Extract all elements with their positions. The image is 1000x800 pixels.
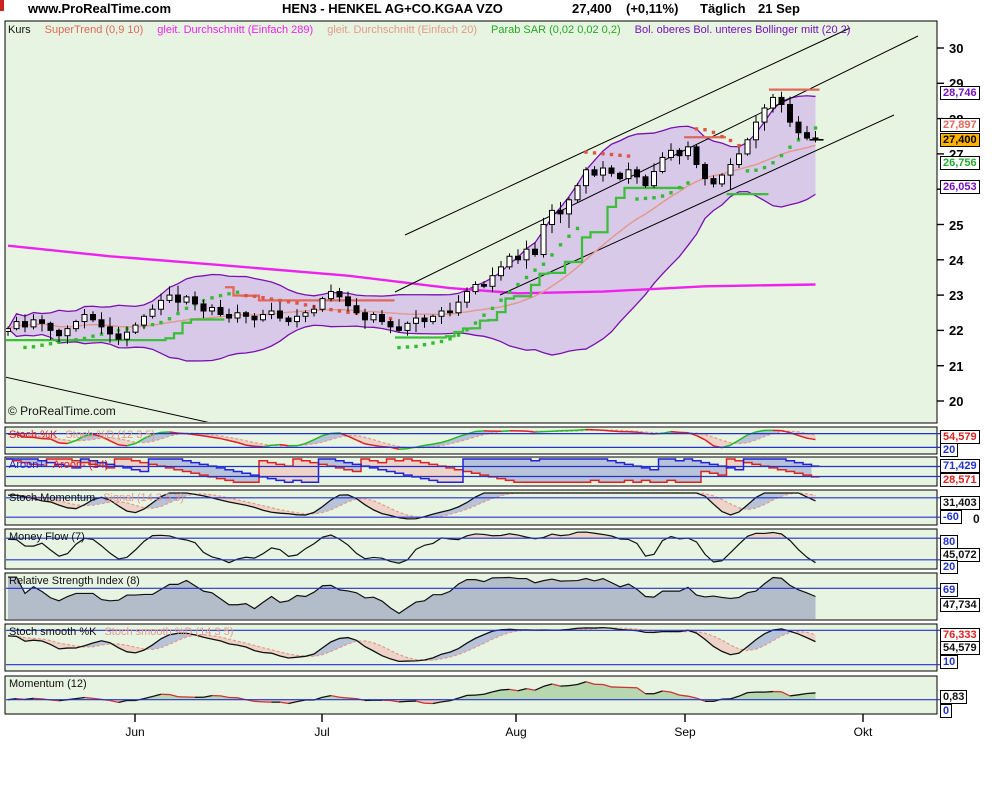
indicator-value-box: 31,403 [940,496,980,510]
panel-label-part[interactable]: Signal (14 3 5 3) [103,492,184,504]
panel-label-part[interactable]: Stoch smooth %K [9,626,96,638]
panel-label-part[interactable]: Stoch %D (12 3 5) [65,429,155,441]
chart-title-date: 21 Sep [758,1,800,19]
chart-title-change: (+0,11%) [626,1,678,19]
main-chart-area [5,21,937,423]
month-label: Jul [314,725,329,739]
panel-label-part[interactable]: Money Flow (7) [9,531,85,543]
legend-indicator-5[interactable]: Bol. oberes Bol. unteres Bollinger mitt … [635,24,851,36]
price-axis-tick-label: 30 [949,41,963,56]
panel-label-momentum[interactable]: Momentum (12) [9,678,87,690]
price-axis-tick-label: 22 [949,323,963,338]
legend-indicator-1[interactable]: SuperTrend (0,9 10) [45,24,144,36]
month-label: Okt [854,725,873,739]
indicator-value-box: 54,579 [940,641,980,655]
indicator-value-box: 80 [940,535,958,549]
main-chart-legend: Kurs SuperTrend (0,9 10) gleit. Durchschni… [8,24,850,36]
indicator-value-box: 28,571 [940,473,980,487]
site-link[interactable]: www.ProRealTime.com [28,1,171,19]
window-edge-mark [0,0,4,11]
panel-label-part[interactable]: Aroon- (14) [53,459,109,471]
legend-kurs: Kurs [8,24,31,36]
indicator-value-box: 71,429 [940,459,980,473]
price-axis-tick-label: 20 [949,394,963,409]
indicator-value-box: 20 [940,560,958,574]
month-label: Sep [674,725,695,739]
indicator-value-box: 54,579 [940,430,980,444]
panel-label-part[interactable]: Aroon+ [9,459,45,471]
prorealtime-window: www.ProRealTime.com HEN3 - HENKEL AG+CO.… [0,0,1000,800]
legend-indicator-4[interactable]: Parab SAR (0,02 0,02 0,2) [491,24,621,36]
price-axis-tick-label: 24 [949,253,963,268]
month-label: Aug [505,725,526,739]
price-axis-tick-label: 25 [949,218,963,233]
panel-label-rsi[interactable]: Relative Strength Index (8) [9,575,140,587]
legend-indicator-3[interactable]: gleit. Durchschnitt (Einfach 20) [327,24,477,36]
chart-title-period[interactable]: Täglich [700,1,746,19]
indicator-value-box: 76,333 [940,628,980,642]
price-value-box: 26,053 [940,180,980,194]
panel-label-stochsm[interactable]: Stoch smooth %K Stoch smooth %D (14 3 5) [9,626,233,638]
chart-title-price: 27,400 [572,1,612,19]
panel-label-mflow[interactable]: Money Flow (7) [9,531,85,543]
price-value-box: 27,897 [940,118,980,132]
month-label: Jun [125,725,144,739]
chart-canvas[interactable] [0,0,1000,800]
panel-label-part[interactable]: Momentum (12) [9,678,87,690]
price-axis-tick-label: 23 [949,288,963,303]
panel-label-part[interactable]: Relative Strength Index (8) [9,575,140,587]
chart-title-symbol: HEN3 - HENKEL AG+CO.KGAA VZO [282,1,503,19]
indicator-value-box: 47,734 [940,598,980,612]
price-value-box: 28,746 [940,86,980,100]
price-axis-tick-label: 21 [949,359,963,374]
panel-label-part[interactable]: Stoch %K [9,429,57,441]
price-value-box: 27,400 [940,133,980,147]
legend-indicator-2[interactable]: gleit. Durchschnitt (Einfach 289) [157,24,313,36]
panel-label-smi[interactable]: Stoch Momentum Signal (14 3 5 3) [9,492,184,504]
indicator-value-box: 69 [940,583,958,597]
panel-label-part[interactable]: Stoch smooth %D (14 3 5) [104,626,233,638]
indicator-value-box: 0,83 [940,690,967,704]
indicator-value-box: 0 [940,704,952,718]
panel-label-aroon[interactable]: Aroon+ Aroon- (14) [9,459,108,471]
axis-zero-label: 0 [973,512,980,526]
panel-label-stoch[interactable]: Stoch %K Stoch %D (12 3 5) [9,429,155,441]
watermark: © ProRealTime.com [8,404,116,418]
panel-label-part[interactable]: Stoch Momentum [9,492,95,504]
indicator-value-box: 10 [940,655,958,669]
price-value-box: 26,756 [940,156,980,170]
indicator-value-box: 20 [940,443,958,457]
indicator-value-box: -60 [940,510,962,524]
